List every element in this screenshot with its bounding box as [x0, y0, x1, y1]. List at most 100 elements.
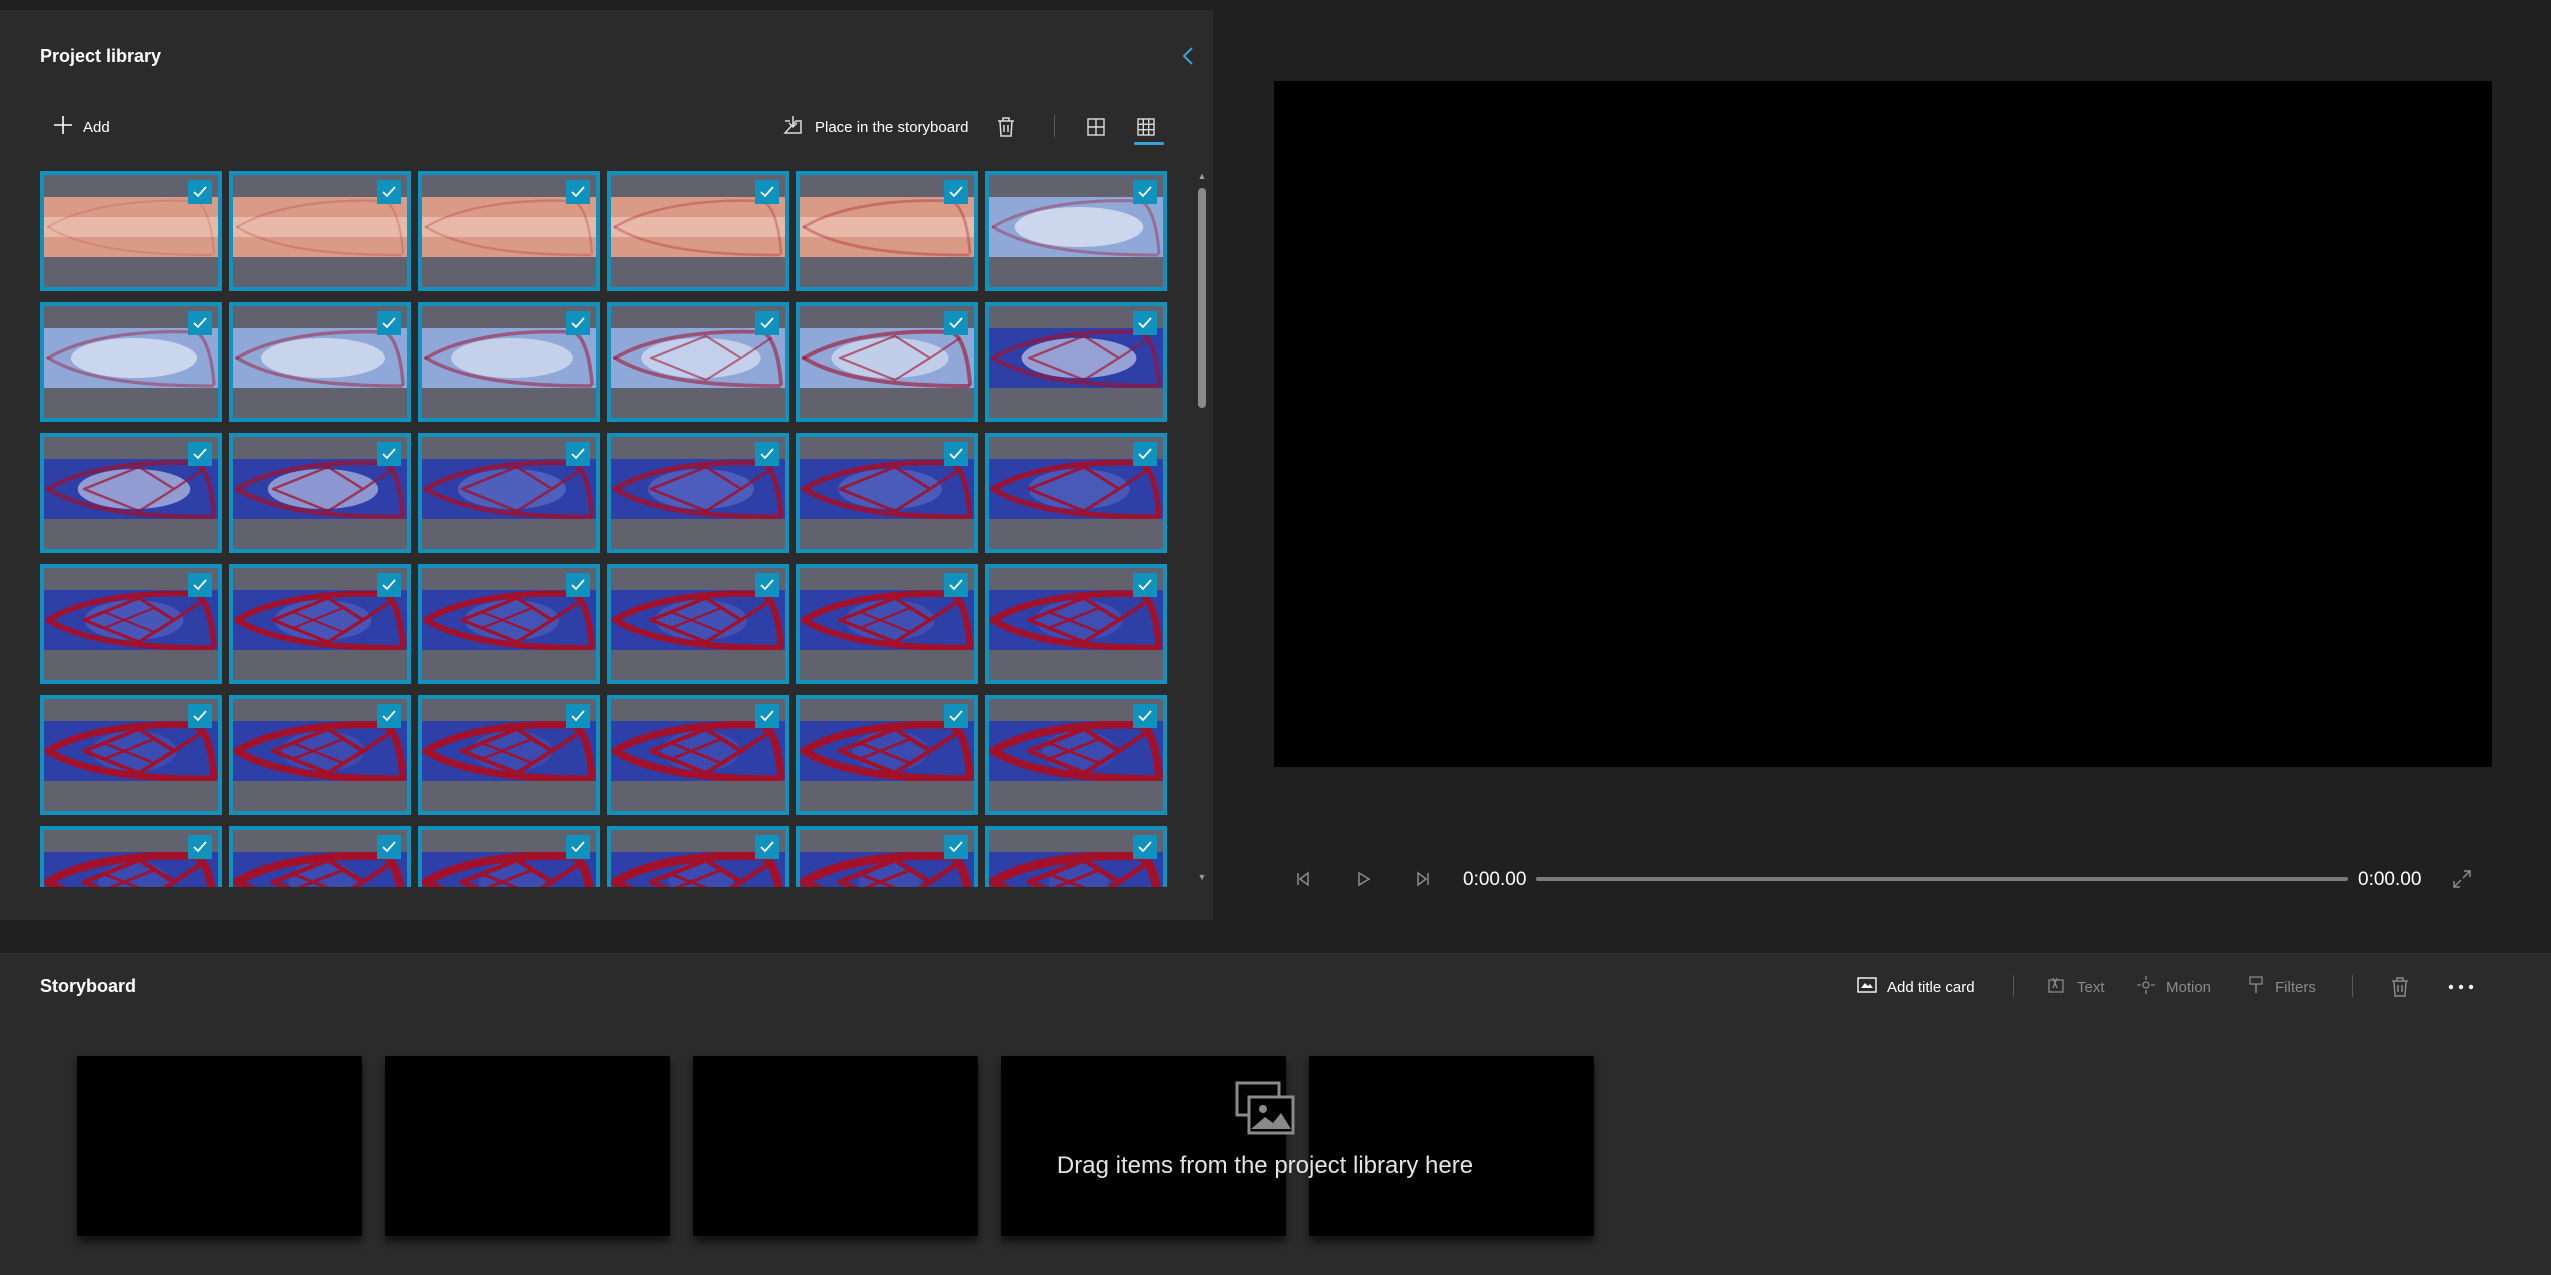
- selected-checkmark-icon[interactable]: [377, 573, 401, 597]
- selected-checkmark-icon[interactable]: [188, 835, 212, 859]
- selected-checkmark-icon[interactable]: [566, 704, 590, 728]
- simulation-frame-image: [422, 590, 596, 650]
- media-thumbnail[interactable]: [607, 826, 789, 887]
- media-thumbnail[interactable]: [40, 302, 222, 422]
- media-thumbnail[interactable]: [418, 826, 600, 887]
- play-icon[interactable]: [1348, 864, 1378, 894]
- media-thumbnail[interactable]: [229, 695, 411, 815]
- add-title-card-button[interactable]: Add title card: [1857, 972, 1975, 1002]
- selected-checkmark-icon[interactable]: [377, 704, 401, 728]
- media-thumbnail[interactable]: [418, 564, 600, 684]
- more-options-icon[interactable]: [2448, 972, 2474, 1002]
- selected-checkmark-icon[interactable]: [944, 311, 968, 335]
- selected-checkmark-icon[interactable]: [566, 442, 590, 466]
- storyboard-delete-trash-icon[interactable]: [2390, 972, 2410, 1002]
- text-button[interactable]: Text: [2047, 972, 2105, 1002]
- selected-checkmark-icon[interactable]: [944, 704, 968, 728]
- storyboard-slot: [1309, 1056, 1594, 1236]
- media-thumbnail[interactable]: [985, 826, 1167, 887]
- simulation-frame-image: [800, 590, 974, 650]
- media-thumbnail[interactable]: [985, 171, 1167, 291]
- selected-checkmark-icon[interactable]: [1133, 442, 1157, 466]
- previous-frame-icon[interactable]: [1288, 864, 1318, 894]
- scroll-down-arrow-icon[interactable]: ▼: [1197, 871, 1207, 883]
- selected-checkmark-icon[interactable]: [188, 573, 212, 597]
- add-button[interactable]: Add: [53, 112, 110, 142]
- media-thumbnail[interactable]: [796, 171, 978, 291]
- media-thumbnail[interactable]: [985, 564, 1167, 684]
- selected-checkmark-icon[interactable]: [1133, 704, 1157, 728]
- toolbar-divider: [2352, 975, 2353, 997]
- selected-checkmark-icon[interactable]: [188, 704, 212, 728]
- library-scrollbar[interactable]: ▲ ▼: [1196, 171, 1208, 887]
- selected-checkmark-icon[interactable]: [755, 573, 779, 597]
- selected-checkmark-icon[interactable]: [1133, 573, 1157, 597]
- selected-checkmark-icon[interactable]: [377, 311, 401, 335]
- media-thumbnail[interactable]: [985, 302, 1167, 422]
- chevron-left-icon[interactable]: [1177, 44, 1201, 68]
- next-frame-icon[interactable]: [1408, 864, 1438, 894]
- media-thumbnail[interactable]: [607, 302, 789, 422]
- selected-checkmark-icon[interactable]: [755, 704, 779, 728]
- seek-bar[interactable]: [1536, 877, 2348, 881]
- media-thumbnail[interactable]: [229, 171, 411, 291]
- selected-checkmark-icon[interactable]: [377, 180, 401, 204]
- selected-checkmark-icon[interactable]: [377, 442, 401, 466]
- media-thumbnail[interactable]: [796, 826, 978, 887]
- large-thumbnails-view-icon[interactable]: [1086, 112, 1110, 142]
- media-thumbnail[interactable]: [418, 695, 600, 815]
- selected-checkmark-icon[interactable]: [188, 180, 212, 204]
- media-thumbnail[interactable]: [40, 564, 222, 684]
- fullscreen-expand-icon[interactable]: [2447, 864, 2477, 894]
- motion-button-label: Motion: [2166, 978, 2212, 996]
- selected-checkmark-icon[interactable]: [755, 311, 779, 335]
- media-thumbnail[interactable]: [229, 826, 411, 887]
- media-thumbnail[interactable]: [229, 564, 411, 684]
- media-thumbnail[interactable]: [607, 433, 789, 553]
- selected-checkmark-icon[interactable]: [944, 180, 968, 204]
- filters-button[interactable]: Filters: [2247, 972, 2316, 1002]
- media-thumbnail[interactable]: [418, 433, 600, 553]
- storyboard-title: Storyboard: [40, 976, 137, 996]
- media-thumbnail[interactable]: [40, 826, 222, 887]
- small-thumbnails-view-icon[interactable]: [1136, 112, 1160, 142]
- selected-checkmark-icon[interactable]: [566, 180, 590, 204]
- storyboard-slot: [385, 1056, 670, 1236]
- selected-checkmark-icon[interactable]: [566, 311, 590, 335]
- selected-checkmark-icon[interactable]: [1133, 835, 1157, 859]
- selected-checkmark-icon[interactable]: [755, 835, 779, 859]
- media-thumbnail[interactable]: [796, 433, 978, 553]
- media-thumbnail[interactable]: [985, 433, 1167, 553]
- media-thumbnail[interactable]: [418, 171, 600, 291]
- selected-checkmark-icon[interactable]: [1133, 311, 1157, 335]
- media-thumbnail[interactable]: [985, 695, 1167, 815]
- media-thumbnail[interactable]: [796, 302, 978, 422]
- media-thumbnail[interactable]: [229, 433, 411, 553]
- selected-checkmark-icon[interactable]: [188, 442, 212, 466]
- selected-checkmark-icon[interactable]: [755, 180, 779, 204]
- selected-checkmark-icon[interactable]: [377, 835, 401, 859]
- delete-trash-icon[interactable]: [996, 112, 1020, 142]
- media-thumbnail[interactable]: [607, 171, 789, 291]
- selected-checkmark-icon[interactable]: [566, 573, 590, 597]
- media-thumbnail[interactable]: [796, 564, 978, 684]
- selected-checkmark-icon[interactable]: [566, 835, 590, 859]
- selected-checkmark-icon[interactable]: [944, 442, 968, 466]
- scroll-up-arrow-icon[interactable]: ▲: [1197, 171, 1207, 181]
- media-thumbnail[interactable]: [418, 302, 600, 422]
- place-in-storyboard-button[interactable]: Place in the storyboard: [783, 112, 968, 142]
- selected-checkmark-icon[interactable]: [944, 835, 968, 859]
- media-thumbnail[interactable]: [796, 695, 978, 815]
- selected-checkmark-icon[interactable]: [1133, 180, 1157, 204]
- media-thumbnail[interactable]: [607, 695, 789, 815]
- scrollbar-thumb[interactable]: [1198, 188, 1206, 408]
- media-thumbnail[interactable]: [40, 695, 222, 815]
- media-thumbnail[interactable]: [40, 433, 222, 553]
- selected-checkmark-icon[interactable]: [755, 442, 779, 466]
- motion-button[interactable]: Motion: [2136, 972, 2211, 1002]
- media-thumbnail[interactable]: [229, 302, 411, 422]
- selected-checkmark-icon[interactable]: [944, 573, 968, 597]
- media-thumbnail[interactable]: [607, 564, 789, 684]
- media-thumbnail[interactable]: [40, 171, 222, 291]
- selected-checkmark-icon[interactable]: [188, 311, 212, 335]
